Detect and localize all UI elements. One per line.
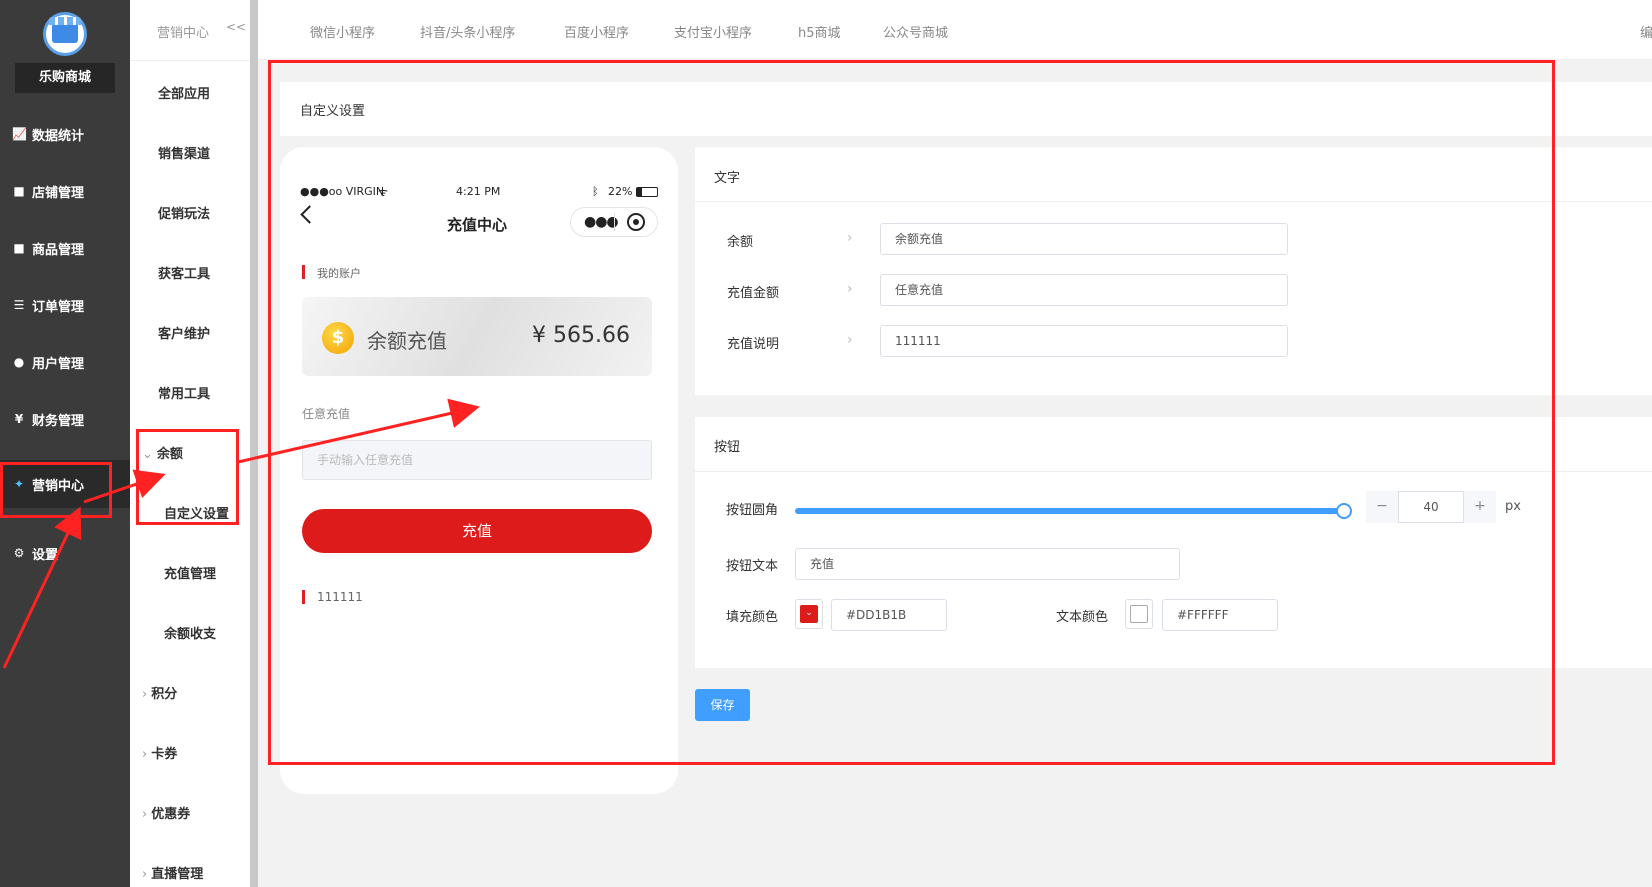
arrow-to-custom bbox=[83, 469, 166, 504]
annotation-arrows bbox=[2, 398, 480, 669]
arrow-to-marketing bbox=[2, 506, 82, 669]
arrow-to-preview bbox=[237, 398, 480, 464]
